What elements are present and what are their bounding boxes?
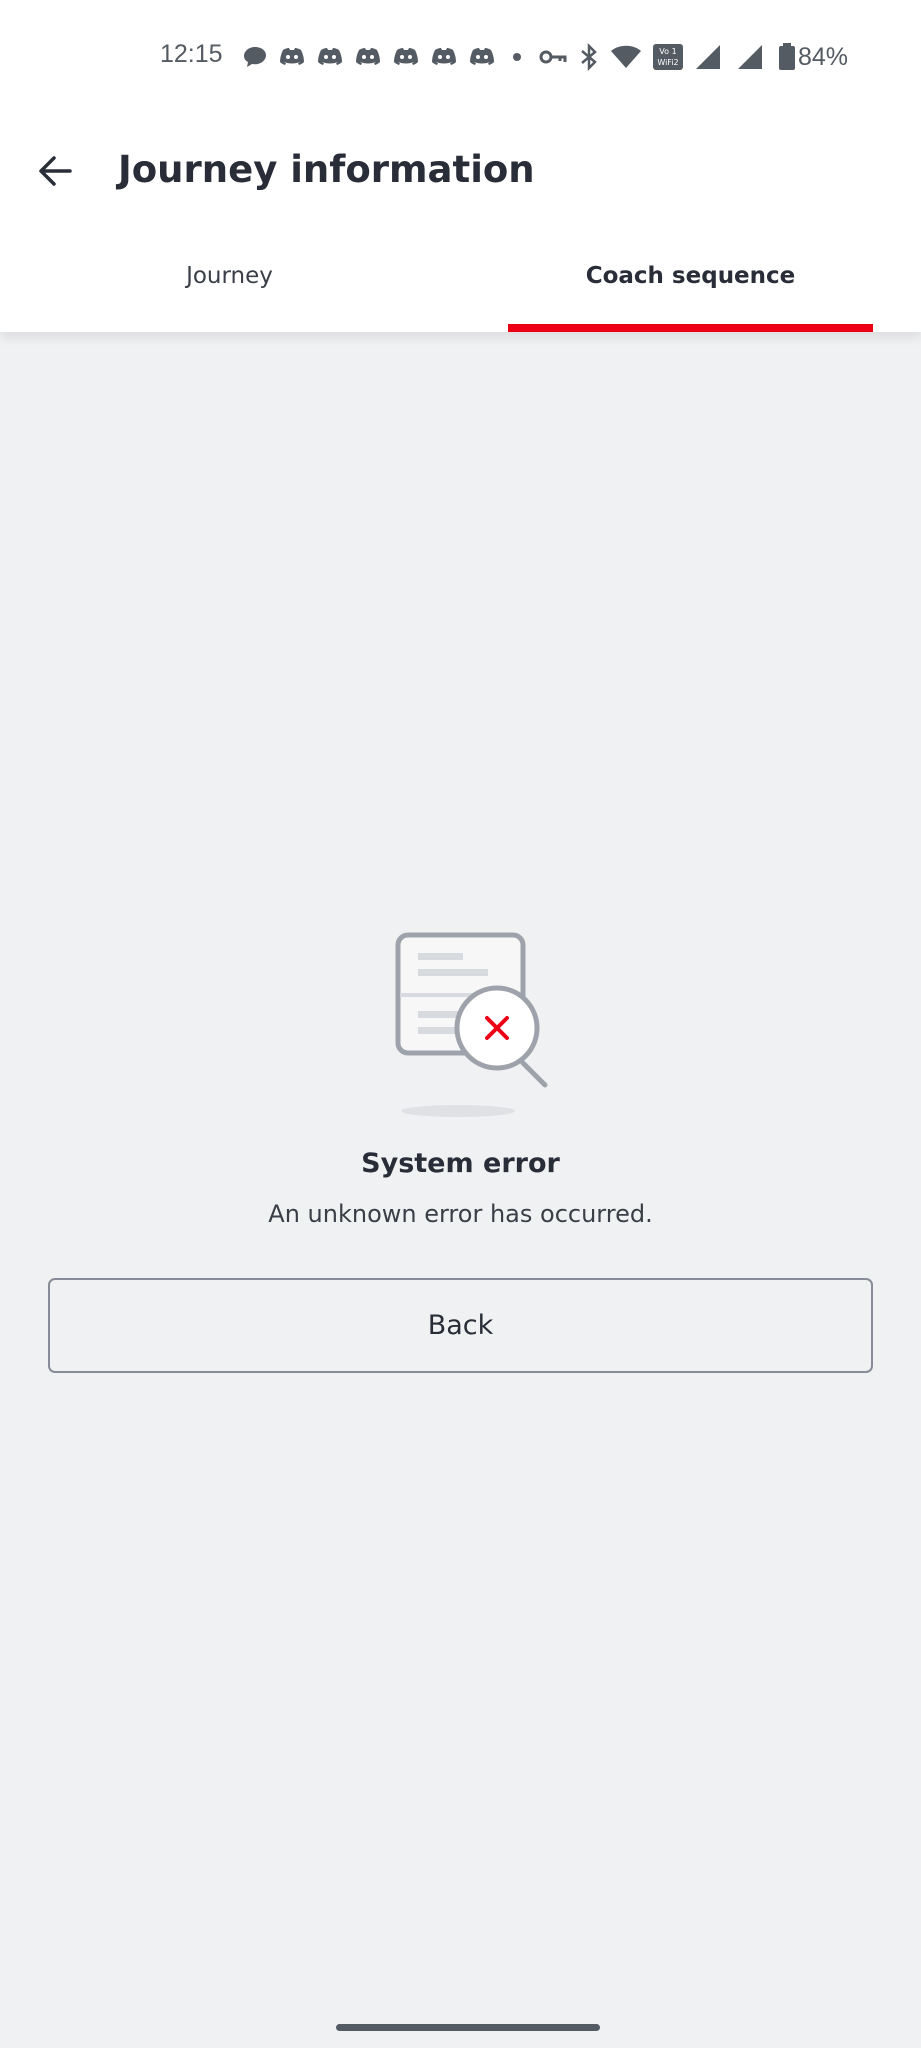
dot-icon [513, 53, 521, 61]
discord-icon [280, 48, 304, 65]
discord-icon [318, 48, 342, 65]
wifi-icon [611, 45, 641, 68]
battery-icon [779, 43, 795, 70]
signal-icon [738, 45, 762, 69]
vowifi-bottom-text: WiFi2 [657, 58, 678, 67]
tab-journey[interactable]: Journey [48, 220, 411, 332]
page-title: Journey information [118, 148, 535, 191]
signal-icon [696, 45, 720, 69]
document-search-error-icon [395, 932, 548, 1117]
tab-selected-indicator [508, 324, 873, 332]
bluetooth-icon [581, 43, 597, 71]
error-message: An unknown error has occurred. [268, 1200, 653, 1228]
vowifi-top-text: Vo 1 [659, 47, 676, 56]
back-arrow-icon[interactable] [34, 150, 76, 192]
discord-icon [394, 48, 418, 65]
vpn-key-icon [539, 50, 567, 64]
tab-coach-sequence[interactable]: Coach sequence [508, 220, 873, 332]
tab-bar: Journey Coach sequence [0, 220, 921, 332]
home-indicator[interactable] [336, 2024, 600, 2031]
discord-icon [356, 48, 380, 65]
discord-icon [470, 48, 494, 65]
error-title: System error [361, 1148, 560, 1179]
status-time: 12:15 [160, 40, 223, 68]
status-icons: Vo 1 WiFi2 [242, 42, 806, 72]
chat-bubble-icon [244, 47, 266, 67]
battery-percentage: 84% [798, 43, 849, 71]
discord-icon [432, 48, 456, 65]
back-button[interactable]: Back [48, 1278, 873, 1373]
vowifi-icon: Vo 1 WiFi2 [653, 44, 683, 70]
status-bar: 12:15 Vo 1 WiFi2 84% [0, 0, 921, 118]
app-header: Journey information [0, 118, 921, 220]
